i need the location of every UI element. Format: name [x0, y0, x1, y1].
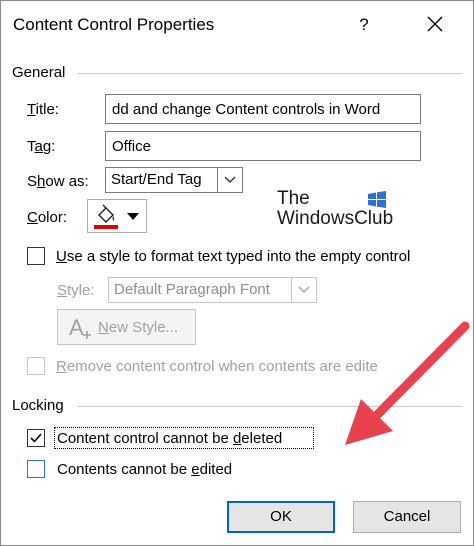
close-button[interactable] — [421, 11, 451, 39]
color-label: Color: — [27, 209, 68, 226]
color-picker-button[interactable] — [87, 199, 147, 233]
chevron-down-icon — [298, 286, 310, 293]
cannot-edit-checkbox[interactable] — [27, 460, 45, 478]
tag-label: Tag: — [27, 138, 56, 155]
cannot-delete-label: Content control cannot be deleted — [57, 430, 283, 447]
style-select[interactable]: Default Paragraph Font — [108, 277, 317, 303]
close-icon — [427, 16, 443, 32]
show-as-select[interactable]: Start/End Tag — [105, 167, 243, 193]
show-as-value: Start/End Tag — [111, 171, 202, 188]
tag-input[interactable]: Office — [105, 131, 421, 161]
caret-down-icon — [127, 213, 139, 220]
help-button[interactable]: ? — [351, 11, 377, 39]
locking-section-label: Locking — [12, 397, 64, 414]
svg-text:A: A — [69, 315, 84, 340]
new-style-icon: A — [69, 315, 91, 340]
watermark-line2: WindowsClub — [277, 208, 394, 229]
new-style-button[interactable]: A New Style... — [57, 309, 196, 345]
style-value: Default Paragraph Font — [114, 281, 270, 298]
use-style-label: Use a style to format text typed into th… — [56, 248, 411, 265]
style-dropdown[interactable] — [291, 278, 316, 302]
annotation-arrow-icon — [345, 321, 470, 445]
cannot-edit-label: Contents cannot be edited — [57, 461, 233, 478]
window-title: Content Control Properties — [13, 15, 215, 34]
remove-control-checkbox[interactable] — [27, 357, 45, 375]
general-section-label: General — [12, 64, 66, 81]
title-bar: Content Control Properties ? — [1, 1, 473, 47]
content-control-properties-dialog: Content Control Properties ? General Tit… — [0, 0, 474, 546]
general-separator — [77, 73, 462, 74]
style-label: Style: — [57, 282, 95, 299]
show-as-label: Show as: — [27, 173, 89, 190]
ok-button[interactable]: OK — [227, 501, 335, 533]
title-input[interactable]: dd and change Content controls in Word — [105, 94, 421, 124]
help-icon: ? — [359, 15, 369, 34]
cancel-button[interactable]: Cancel — [353, 501, 461, 533]
use-style-checkbox[interactable] — [27, 247, 45, 265]
checkmark-icon — [30, 433, 42, 443]
cannot-delete-checkbox[interactable] — [27, 429, 45, 447]
windows-logo-icon — [368, 191, 386, 208]
paint-bucket-icon — [94, 204, 118, 229]
show-as-dropdown[interactable] — [217, 168, 242, 192]
chevron-down-icon — [224, 176, 236, 183]
new-style-label: New Style... — [98, 319, 179, 336]
remove-control-label: Remove content control when contents are… — [56, 358, 378, 375]
title-label: Title: — [27, 101, 59, 118]
